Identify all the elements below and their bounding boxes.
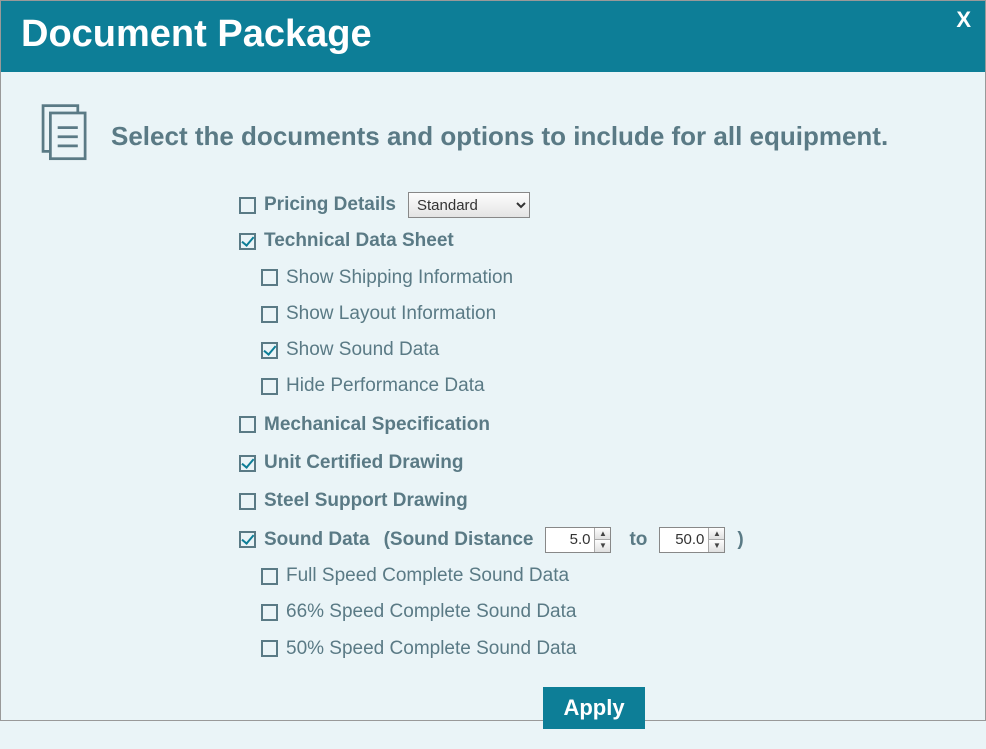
pricing-select[interactable]: Standard — [408, 192, 530, 218]
from-down-icon[interactable]: ▼ — [595, 540, 610, 552]
show-sound-row: Show Sound Data — [261, 334, 949, 366]
document-icon — [37, 102, 93, 171]
titlebar: Document Package X — [1, 1, 985, 72]
full-speed-checkbox[interactable] — [261, 568, 278, 585]
steel-label: Steel Support Drawing — [264, 485, 468, 517]
layout-label: Show Layout Information — [286, 298, 496, 330]
unitcert-checkbox[interactable] — [239, 455, 256, 472]
layout-checkbox[interactable] — [261, 306, 278, 323]
content-area: Select the documents and options to incl… — [1, 72, 985, 749]
shipping-checkbox[interactable] — [261, 269, 278, 286]
mechanical-row: Mechanical Specification — [239, 409, 949, 441]
hide-perf-row: Hide Performance Data — [261, 370, 949, 402]
p66-label: 66% Speed Complete Sound Data — [286, 596, 576, 628]
sound-distance-to-word: to — [629, 524, 647, 556]
sound-distance-suffix: ) — [737, 524, 743, 556]
steel-row: Steel Support Drawing — [239, 485, 949, 517]
apply-button[interactable]: Apply — [543, 687, 644, 729]
technical-row: Technical Data Sheet — [239, 225, 949, 257]
hide-perf-label: Hide Performance Data — [286, 370, 485, 402]
unitcert-label: Unit Certified Drawing — [264, 447, 464, 479]
p50-label: 50% Speed Complete Sound Data — [286, 633, 576, 665]
p50-row: 50% Speed Complete Sound Data — [261, 633, 949, 665]
shipping-row: Show Shipping Information — [261, 262, 949, 294]
p50-checkbox[interactable] — [261, 640, 278, 657]
document-package-dialog: Document Package X Select the documents … — [0, 0, 986, 721]
to-down-icon[interactable]: ▼ — [709, 540, 724, 552]
pricing-label: Pricing Details — [264, 189, 396, 221]
dialog-title: Document Package — [21, 13, 372, 56]
unitcert-row: Unit Certified Drawing — [239, 447, 949, 479]
steel-checkbox[interactable] — [239, 493, 256, 510]
mechanical-checkbox[interactable] — [239, 416, 256, 433]
pricing-checkbox[interactable] — [239, 197, 256, 214]
hide-perf-checkbox[interactable] — [261, 378, 278, 395]
show-sound-label: Show Sound Data — [286, 334, 439, 366]
shipping-label: Show Shipping Information — [286, 262, 513, 294]
full-speed-label: Full Speed Complete Sound Data — [286, 560, 569, 592]
to-up-icon[interactable]: ▲ — [709, 528, 724, 541]
instruction-text: Select the documents and options to incl… — [111, 121, 888, 152]
layout-row: Show Layout Information — [261, 298, 949, 330]
p66-checkbox[interactable] — [261, 604, 278, 621]
close-icon[interactable]: X — [956, 7, 971, 33]
sounddata-row: Sound Data (Sound Distance ▲ ▼ to ▲ ▼ — [239, 524, 949, 556]
from-up-icon[interactable]: ▲ — [595, 528, 610, 541]
apply-wrap: Apply — [239, 687, 949, 729]
pricing-row: Pricing Details Standard — [239, 189, 949, 221]
technical-checkbox[interactable] — [239, 233, 256, 250]
sound-distance-from-input[interactable] — [546, 528, 594, 552]
sound-distance-to-input[interactable] — [660, 528, 708, 552]
sounddata-label: Sound Data — [264, 524, 370, 556]
sounddata-checkbox[interactable] — [239, 531, 256, 548]
options-list: Pricing Details Standard Technical Data … — [239, 189, 949, 729]
mechanical-label: Mechanical Specification — [264, 409, 490, 441]
show-sound-checkbox[interactable] — [261, 342, 278, 359]
technical-label: Technical Data Sheet — [264, 225, 454, 257]
sound-distance-prefix: (Sound Distance — [384, 524, 534, 556]
sound-distance-from-spinner[interactable]: ▲ ▼ — [545, 527, 611, 553]
full-speed-row: Full Speed Complete Sound Data — [261, 560, 949, 592]
sound-distance-to-spinner[interactable]: ▲ ▼ — [659, 527, 725, 553]
instruction-row: Select the documents and options to incl… — [37, 102, 949, 171]
p66-row: 66% Speed Complete Sound Data — [261, 596, 949, 628]
